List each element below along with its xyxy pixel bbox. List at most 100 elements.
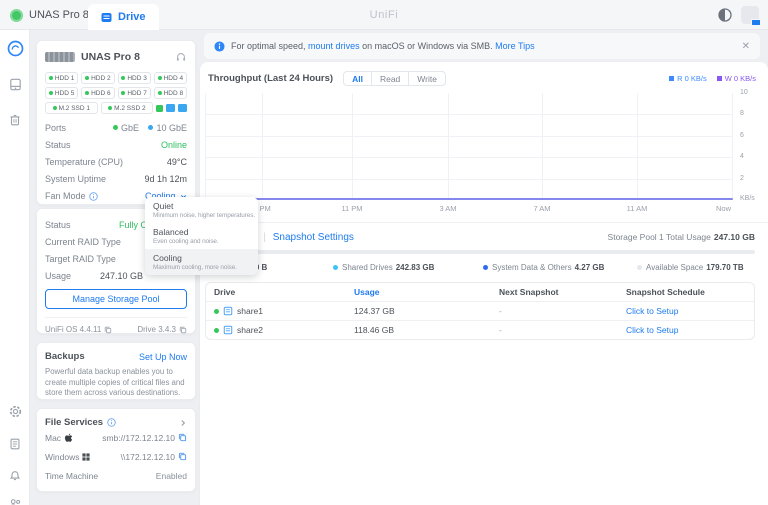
user-avatar[interactable] — [741, 6, 759, 24]
users-group-icon[interactable] — [6, 494, 24, 505]
tengbe-dot-icon — [148, 125, 153, 130]
os-version: UniFi OS 4.4.11 — [45, 325, 101, 334]
hdd-bay-label: HDD 5 — [55, 90, 75, 97]
copy-icon[interactable] — [178, 433, 187, 442]
windows-icon — [82, 453, 90, 461]
table-row[interactable]: share2 118.46 GB - Click to Setup — [206, 320, 754, 339]
copy-icon[interactable] — [104, 326, 112, 334]
share-usage: 118.46 GB — [346, 325, 491, 335]
tab-write[interactable]: Write — [408, 72, 445, 85]
tab-all[interactable]: All — [344, 72, 371, 85]
gbe-port-indicator-icon — [156, 105, 162, 112]
usage-label: Usage — [45, 271, 71, 281]
headset-icon[interactable] — [175, 51, 187, 63]
avatar-badge — [751, 19, 761, 26]
share-drive-icon — [223, 306, 233, 316]
settings-gear-icon[interactable] — [6, 402, 24, 420]
hdd-status-dot — [121, 91, 125, 95]
legend-available-space: Available Space179.70 TB — [637, 263, 744, 274]
more-tips-link[interactable]: More Tips — [495, 41, 535, 51]
top-bar: UNAS Pro 8 Drive UniFi — [0, 0, 768, 30]
col-usage[interactable]: Usage — [346, 287, 491, 297]
info-icon[interactable] — [107, 418, 116, 427]
hdd-bay-label: HDD 8 — [164, 90, 184, 97]
banner-text: For optimal speed, mount drives on macOS… — [231, 41, 535, 51]
fan-mode-label: Fan Mode — [45, 191, 86, 201]
ssd-label: M.2 SSD 2 — [114, 105, 145, 112]
storage-icon[interactable] — [6, 75, 24, 93]
hdd-bay-badge: HDD 6 — [81, 87, 114, 99]
click-to-setup-link[interactable]: Click to Setup — [618, 325, 754, 335]
chevron-right-icon[interactable] — [179, 419, 187, 427]
usage-value: 247.10 GB — [100, 271, 143, 281]
section-divider — [200, 222, 768, 223]
notifications-bell-icon[interactable] — [6, 466, 24, 484]
y-tick: 4 — [740, 153, 764, 160]
zero-throughput-line — [205, 198, 733, 200]
fan-mode-dropdown: Quiet Minimum noise, higher temperatures… — [145, 197, 258, 275]
windows-smb-address: \\172.12.12.10 — [121, 452, 175, 462]
throughput-legend: R 0 KB/s W 0 KB/s — [669, 74, 756, 83]
logs-clipboard-icon[interactable] — [6, 435, 24, 453]
uptime-label: System Uptime — [45, 174, 106, 184]
hdd-bay-label: HDD 1 — [55, 75, 75, 82]
main-panel: Throughput (Last 24 Hours) All Read Writ… — [200, 62, 768, 505]
col-snapshot-schedule[interactable]: Snapshot Schedule — [618, 287, 754, 297]
fan-option-cooling[interactable]: Cooling Maximum cooling, more noise. — [145, 249, 258, 275]
banner-close-icon[interactable]: ✕ — [742, 41, 750, 52]
snapshot-settings-link[interactable]: Snapshot Settings — [273, 232, 354, 243]
copy-icon[interactable] — [179, 326, 187, 334]
col-next-snapshot[interactable]: Next Snapshot — [491, 287, 618, 297]
backups-title: Backups — [45, 351, 85, 362]
hdd-bay-grid: HDD 1 HDD 2 HDD 3 HDD 4 HDD 5 HDD 6 HDD … — [45, 72, 187, 99]
ssd-badge: M.2 SSD 1 — [45, 102, 98, 114]
temperature-label: Temperature (CPU) — [45, 157, 123, 167]
info-icon[interactable] — [89, 192, 98, 201]
fan-option-balanced[interactable]: Balanced Even cooling and noise. — [145, 223, 258, 249]
tab-drive[interactable]: Drive — [88, 4, 159, 30]
mount-drives-link[interactable]: mount drives — [308, 41, 360, 51]
theme-toggle-icon[interactable] — [718, 8, 732, 22]
throughput-chart — [205, 93, 733, 200]
hdd-status-dot — [158, 91, 162, 95]
y-tick: 2 — [740, 175, 764, 182]
tab-read[interactable]: Read — [371, 72, 408, 85]
col-drive[interactable]: Drive — [206, 287, 346, 297]
y-axis-unit: KB/s — [740, 195, 764, 202]
share-status-dot — [214, 328, 219, 333]
windows-label: Windows — [45, 452, 79, 462]
drive-home-icon[interactable] — [6, 39, 24, 57]
shares-table: Drive Usage Next Snapshot Snapshot Sched… — [205, 282, 755, 340]
hdd-status-dot — [121, 76, 125, 80]
ports-label: Ports — [45, 123, 66, 133]
backups-description: Powerful data backup enables you to crea… — [45, 367, 187, 399]
ssd-status-dot — [53, 106, 57, 110]
mac-smb-address: smb://172.12.12.10 — [102, 433, 175, 443]
share-next-snapshot: - — [491, 325, 618, 335]
current-raid-label: Current RAID Type — [45, 237, 121, 247]
table-row[interactable]: share1 124.37 GB - Click to Setup — [206, 301, 754, 320]
x-tick: 3 AM — [439, 204, 456, 213]
read-legend-swatch — [669, 76, 674, 81]
fan-option-quiet[interactable]: Quiet Minimum noise, higher temperatures… — [145, 197, 258, 223]
table-header-row: Drive Usage Next Snapshot Snapshot Sched… — [206, 283, 754, 301]
tengbe-label: 10 GbE — [156, 123, 187, 133]
hdd-bay-label: HDD 4 — [164, 75, 184, 82]
device-card: UNAS Pro 8 HDD 1 HDD 2 HDD 3 HDD 4 HDD 5… — [36, 40, 196, 205]
manage-storage-pool-button[interactable]: Manage Storage Pool — [45, 289, 187, 309]
copy-icon[interactable] — [178, 452, 187, 461]
hdd-bay-badge: HDD 5 — [45, 87, 78, 99]
device-thumbnail — [45, 52, 75, 62]
pool-status-label: Status — [45, 220, 71, 230]
throughput-title: Throughput (Last 24 Hours) — [208, 73, 333, 84]
backups-card: Backups Set Up Now Powerful data backup … — [36, 342, 196, 400]
trash-icon[interactable] — [6, 111, 24, 129]
share-name: share1 — [237, 306, 263, 316]
gbe-label: GbE — [121, 123, 139, 133]
y-tick: 10 — [740, 89, 764, 96]
backups-setup-link[interactable]: Set Up Now — [139, 352, 187, 362]
share-status-dot — [214, 309, 219, 314]
click-to-setup-link[interactable]: Click to Setup — [618, 306, 754, 316]
x-tick: 11 PM — [341, 204, 362, 213]
y-tick: 6 — [740, 132, 764, 139]
